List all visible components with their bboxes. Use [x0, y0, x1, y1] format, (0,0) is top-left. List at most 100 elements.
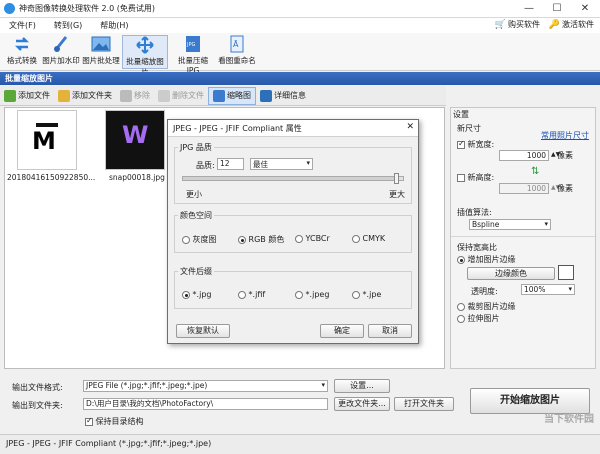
link-ratio-icon[interactable]: ⇅ [531, 166, 539, 177]
window-title: 神奇图像转换处理软件 2.0 (免费试用) [19, 4, 156, 13]
buy-software-button[interactable]: 🛒 购买软件 [495, 19, 540, 30]
thumb-glyph: W [122, 121, 149, 149]
tool-batch-resize[interactable]: 批量缩放图片 [122, 35, 168, 77]
crop-edges-label: 裁剪图片边缘 [467, 302, 516, 311]
radio-dot [295, 234, 303, 243]
quality-label: 品质: [196, 161, 215, 170]
add-file-button[interactable]: 添加文件 [0, 87, 54, 105]
close-button[interactable]: ✕ [571, 0, 599, 18]
menu-file[interactable]: 文件(F) [0, 20, 45, 31]
quality-input[interactable]: 12 [217, 158, 244, 170]
quality-slider[interactable] [182, 173, 404, 184]
add-file-label: 添加文件 [18, 91, 50, 100]
tool-label: 格式转换 [7, 56, 37, 65]
interp-select[interactable]: Bspline [469, 219, 551, 230]
tool-compress-jpg[interactable]: JPG 批量压缩JPG [172, 35, 214, 75]
file-thumbnail[interactable]: M [17, 110, 77, 170]
delete-file-button[interactable]: 删除文件 [154, 87, 208, 105]
option-label: *.jpeg [305, 290, 330, 299]
crop-edges-radio[interactable]: 裁剪图片边缘 [457, 301, 516, 312]
option-label: RGB 颜色 [248, 235, 285, 244]
jpg-file-icon: JPG [183, 35, 203, 53]
quality-group-label: JPG 品质 [178, 142, 214, 153]
opacity-label: 透明度: [471, 287, 498, 296]
main-toolbar: 格式转换 图片加水印 图片批处理 批量缩放图片 JPG 批量压缩JPG Ā 看图… [0, 33, 600, 77]
menu-goto[interactable]: 转到(G) [45, 20, 91, 31]
opacity-select[interactable]: 100% [521, 284, 575, 295]
add-border-label: 增加图片边缘 [467, 255, 516, 264]
change-folder-button[interactable]: 更改文件夹... [334, 397, 390, 411]
option-label: 灰度图 [192, 235, 217, 244]
checkbox-box [457, 173, 465, 182]
brush-icon [51, 35, 71, 53]
option-label: *.jpg [192, 290, 212, 299]
tool-view-rename[interactable]: Ā 看图重命名 [216, 35, 258, 69]
folder-input[interactable]: D:\用户目录\我的文档\PhotoFactory\ [83, 398, 328, 410]
open-folder-button[interactable]: 打开文件夹 [394, 397, 454, 411]
larger-label: 更大 [389, 190, 405, 199]
menu-help[interactable]: 帮助(H) [91, 20, 137, 31]
smaller-label: 更小 [186, 190, 202, 199]
new-width-checkbox[interactable]: 新宽度: [457, 139, 494, 150]
maximize-button[interactable]: ☐ [543, 0, 571, 18]
add-border-radio[interactable]: 增加图片边缘 [457, 254, 516, 265]
ext-option-jfif[interactable]: *.jfif [238, 290, 265, 299]
status-bar: JPEG - JPEG - JFIF Compliant (*.jpg;*.jf… [0, 434, 600, 454]
keep-structure-label: 保持目录结构 [95, 417, 144, 426]
color-option-ycbcr[interactable]: YCBCr [295, 234, 330, 243]
activate-software-button[interactable]: 🔑 激活软件 [549, 19, 594, 30]
radio-dot [352, 290, 360, 299]
dialog-close-icon[interactable]: ✕ [406, 122, 414, 132]
border-color-button[interactable]: 边缘颜色 [467, 267, 555, 280]
add-folder-button[interactable]: 添加文件夹 [54, 87, 116, 105]
new-height-input[interactable]: 1000 [499, 183, 549, 194]
format-settings-button[interactable]: 设置... [334, 379, 390, 393]
radio-dot [238, 235, 246, 244]
jpeg-properties-dialog: JPEG - JPEG - JFIF Compliant 属性 ✕ JPG 品质… [167, 119, 419, 344]
output-area: 输出文件格式: JPEG File (*.jpg;*.jfif;*.jpeg;*… [0, 372, 600, 434]
color-option-rgb[interactable]: RGB 颜色 [238, 234, 284, 245]
tool-format-convert[interactable]: 格式转换 [4, 35, 40, 69]
file-toolbar: 添加文件 添加文件夹 移除 删除文件 缩略图 详细信息 [0, 86, 446, 106]
thumbnail-view-button[interactable]: 缩略图 [208, 86, 256, 105]
ok-button[interactable]: 确定 [320, 324, 364, 338]
quality-preset-select[interactable]: 最佳 [250, 158, 313, 170]
grid-icon [213, 89, 225, 102]
quality-slider-thumb[interactable] [394, 173, 399, 184]
add-folder-label: 添加文件夹 [72, 91, 112, 100]
svg-text:JPG: JPG [186, 42, 195, 48]
new-height-checkbox[interactable]: 新高度: [457, 172, 494, 183]
option-label: CMYK [362, 234, 386, 243]
remove-icon [120, 89, 132, 102]
ext-option-jpg[interactable]: *.jpg [182, 290, 211, 299]
common-sizes-link[interactable]: 常用照片尺寸 [541, 130, 589, 141]
delete-icon [158, 89, 170, 102]
color-option-cmyk[interactable]: CMYK [352, 234, 385, 243]
details-view-button[interactable]: 详细信息 [256, 87, 310, 105]
remove-button[interactable]: 移除 [116, 87, 154, 105]
stretch-radio[interactable]: 拉伸图片 [457, 313, 500, 324]
tool-watermark[interactable]: 图片加水印 [42, 35, 80, 69]
radio-dot [295, 290, 303, 299]
height-unit: 像素 [557, 184, 573, 193]
thumbnail-label: 缩略图 [227, 91, 251, 100]
keep-structure-checkbox[interactable]: 保持目录结构 [85, 416, 144, 427]
tool-label: 图片批处理 [82, 56, 120, 65]
divider [451, 236, 595, 237]
key-icon: 🔑 [548, 19, 560, 30]
format-select[interactable]: JPEG File (*.jpg;*.jfif;*.jpeg;*.jpe) [83, 380, 328, 392]
new-size-label: 新尺寸 [457, 124, 481, 133]
tool-label: 看图重命名 [218, 56, 256, 65]
new-width-input[interactable]: 1000 [499, 150, 549, 161]
restore-default-button[interactable]: 恢复默认 [176, 324, 230, 338]
ext-option-jpeg[interactable]: *.jpeg [295, 290, 329, 299]
minimize-button[interactable]: — [515, 0, 543, 18]
tool-batch-process[interactable]: 图片批处理 [82, 35, 120, 69]
color-option-gray[interactable]: 灰度图 [182, 234, 217, 245]
file-thumbnail[interactable]: W [105, 110, 165, 170]
color-swatch[interactable] [558, 265, 574, 280]
radio-dot [457, 314, 465, 323]
settings-title: 设置 [453, 110, 469, 119]
ext-option-jpe[interactable]: *.jpe [352, 290, 381, 299]
cancel-button[interactable]: 取消 [368, 324, 412, 338]
